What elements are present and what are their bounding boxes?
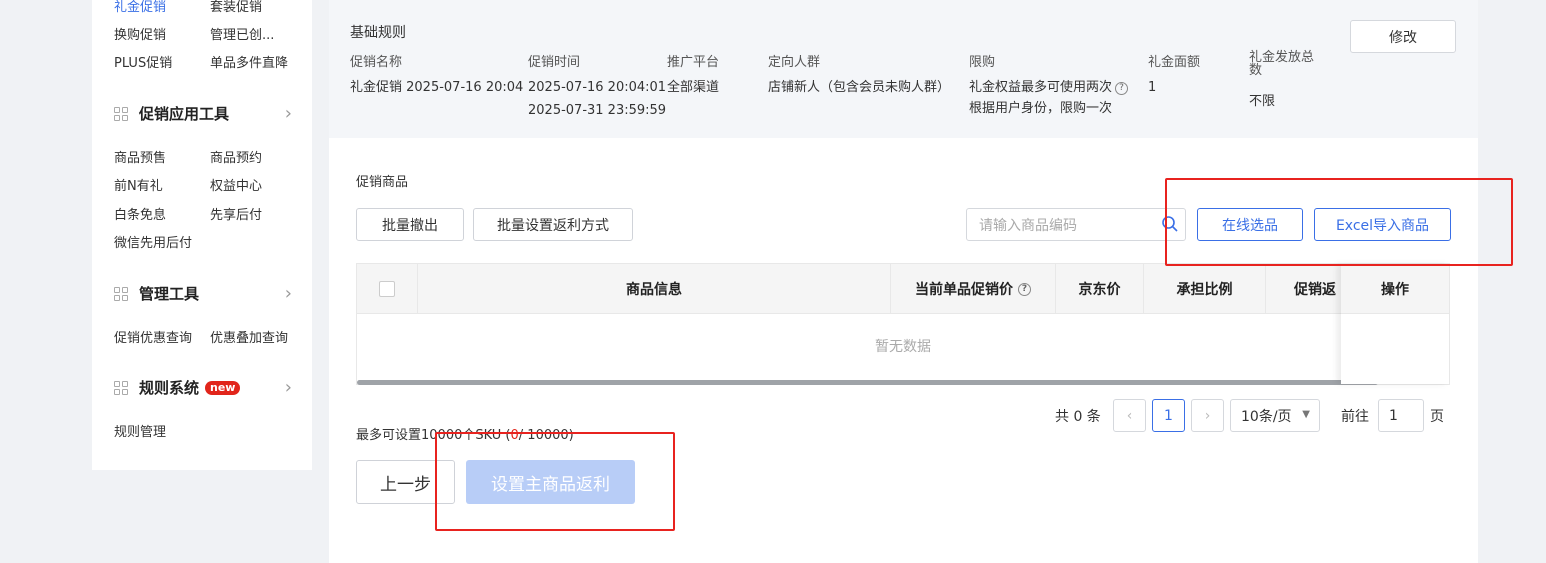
sidebar-section-promo-tools[interactable]: 促销应用工具 › <box>114 103 292 124</box>
rules-value-time-end: 2025-07-31 23:59:59 <box>528 103 667 118</box>
sidebar-item-first-n-gift[interactable]: 前N有礼 <box>114 175 210 194</box>
sidebar-section-management-tools[interactable]: 管理工具 › <box>114 283 292 304</box>
sidebar-item-wechat-pay-later[interactable]: 微信先用后付 <box>114 232 294 251</box>
rules-value-time: 2025-07-16 20:04:01 2025-07-31 23:59:59 <box>528 78 666 121</box>
column-jd-price: 京东价 <box>1056 264 1144 314</box>
sidebar-item-baitiao[interactable]: 白条免息 <box>114 204 210 223</box>
table-header: 商品信息 当前单品促销价? 京东价 承担比例 促销返 <box>357 264 1449 314</box>
rules-value-limit-line1: 礼金权益最多可使用两次 <box>969 80 1113 95</box>
sidebar-row: 促销优惠查询 优惠叠加查询 <box>114 327 306 346</box>
page-size-select[interactable]: 10条/页 ▼ <box>1230 399 1320 432</box>
chevron-right-icon[interactable]: › <box>1191 399 1224 432</box>
page-size-value: 10条/页 <box>1241 408 1292 425</box>
sidebar-row: 白条免息 先享后付 <box>114 204 306 223</box>
rules-header-platform: 推广平台 <box>667 55 720 70</box>
sidebar-item-benefit-center[interactable]: 权益中心 <box>210 175 306 194</box>
batch-withdraw-button[interactable]: 批量撤出 <box>356 208 464 241</box>
caret-down-icon: ▼ <box>1302 409 1310 420</box>
column-operation: 操作 <box>1341 264 1449 314</box>
sidebar-item-bundle-promo[interactable]: 套装促销 <box>210 0 306 15</box>
edit-button[interactable]: 修改 <box>1350 20 1456 53</box>
new-badge: new <box>205 380 241 395</box>
rules-header-time: 促销时间 <box>528 55 581 70</box>
grid-icon <box>114 106 128 121</box>
page-unit-label: 页 <box>1430 408 1444 425</box>
sidebar-item-presale[interactable]: 商品预售 <box>114 147 210 166</box>
products-section-label: 促销商品 <box>356 175 409 190</box>
annotation-box <box>1165 178 1513 266</box>
goto-page-input[interactable]: 1 <box>1378 399 1424 432</box>
table-header-select <box>357 264 418 314</box>
sidebar-row: 前N有礼 权益中心 <box>114 175 306 194</box>
chevron-right-icon: › <box>284 283 292 304</box>
column-share-ratio: 承担比例 <box>1144 264 1266 314</box>
column-current-promo-price-label: 当前单品促销价 <box>915 282 1013 298</box>
sidebar-row: PLUS促销 单品多件直降 <box>114 52 306 71</box>
rules-value-total: 不限 <box>1249 94 1276 109</box>
rules-header-total: 礼金发放总数 <box>1249 50 1315 78</box>
sidebar-item-pay-later[interactable]: 先享后付 <box>210 204 306 223</box>
sidebar-row: 礼金促销 套装促销 <box>114 0 306 15</box>
chevron-right-icon: › <box>284 377 292 398</box>
column-product-info: 商品信息 <box>418 264 891 314</box>
sidebar-item-gift-promo[interactable]: 礼金促销 <box>114 0 210 15</box>
batch-rebate-button[interactable]: 批量设置返利方式 <box>473 208 633 241</box>
products-table: 商品信息 当前单品促销价? 京东价 承担比例 促销返 暂无数据 操作 <box>356 263 1450 385</box>
rules-value-audience: 店铺新人（包含会员未购人群） <box>768 80 951 95</box>
rules-header-limit: 限购 <box>969 55 996 70</box>
chevron-left-icon[interactable]: ‹ <box>1113 399 1146 432</box>
rules-value-limit-line2: 根据用户身份，限购一次 <box>969 101 1113 116</box>
rules-value-face-value: 1 <box>1148 80 1157 95</box>
annotation-box <box>435 432 675 531</box>
sidebar-row: 换购促销 管理已创... <box>114 24 306 43</box>
sidebar-section-title: 促销应用工具 <box>139 105 230 123</box>
sidebar-row: 规则管理 <box>114 421 210 440</box>
sidebar-item-exchange-promo[interactable]: 换购促销 <box>114 24 210 43</box>
sidebar-item-promo-query[interactable]: 促销优惠查询 <box>114 327 210 346</box>
sidebar-item-rule-management[interactable]: 规则管理 <box>114 421 210 440</box>
rules-header-name: 促销名称 <box>350 55 403 70</box>
column-promo-rebate: 促销返 <box>1294 282 1336 298</box>
rules-header-audience: 定向人群 <box>768 55 821 70</box>
select-all-checkbox[interactable] <box>379 281 395 297</box>
rules-value-platform: 全部渠道 <box>667 80 720 95</box>
grid-icon <box>114 380 128 395</box>
horizontal-scrollbar[interactable] <box>357 380 1378 385</box>
operation-column: 操作 <box>1341 264 1449 384</box>
sidebar-section-title: 管理工具 <box>139 285 200 303</box>
sidebar-item-multi-discount[interactable]: 单品多件直降 <box>210 52 306 71</box>
page-number-current[interactable]: 1 <box>1152 399 1185 432</box>
sidebar-section-title: 规则系统 <box>139 379 200 397</box>
sidebar-item-stacking-query[interactable]: 优惠叠加查询 <box>210 327 306 346</box>
rules-value-name: 礼金促销 2025-07-16 20:04 <box>350 80 524 95</box>
sidebar-row: 商品预售 商品预约 <box>114 147 306 166</box>
sidebar-item-manage-created[interactable]: 管理已创... <box>210 24 306 43</box>
basic-rules-panel: 基础规则 促销名称 促销时间 推广平台 定向人群 限购 礼金面额 礼金发放总数 … <box>329 0 1478 138</box>
rules-title: 基础规则 <box>350 25 406 41</box>
product-code-search-input[interactable] <box>966 208 1186 241</box>
rules-value-limit: 礼金权益最多可使用两次? 根据用户身份，限购一次 <box>969 78 1129 119</box>
sidebar-row: 微信先用后付 <box>114 232 294 251</box>
rules-value-time-start: 2025-07-16 20:04:01 <box>528 80 667 95</box>
column-current-promo-price: 当前单品促销价? <box>891 264 1056 314</box>
sidebar-section-rule-system[interactable]: 规则系统 new › <box>114 377 292 398</box>
sidebar: 礼金促销 套装促销 换购促销 管理已创... PLUS促销 单品多件直降 促销应… <box>92 0 312 470</box>
sidebar-item-reservation[interactable]: 商品预约 <box>210 147 306 166</box>
chevron-right-icon: › <box>284 103 292 124</box>
rules-header-face-value: 礼金面额 <box>1148 55 1201 70</box>
question-icon[interactable]: ? <box>1018 282 1031 296</box>
question-icon[interactable]: ? <box>1115 81 1129 95</box>
grid-icon <box>114 286 128 301</box>
pagination-total: 共 0 条 <box>1055 408 1101 425</box>
sidebar-item-plus-promo[interactable]: PLUS促销 <box>114 52 210 71</box>
table-empty-text: 暂无数据 <box>875 339 931 355</box>
goto-label: 前往 <box>1341 408 1369 425</box>
